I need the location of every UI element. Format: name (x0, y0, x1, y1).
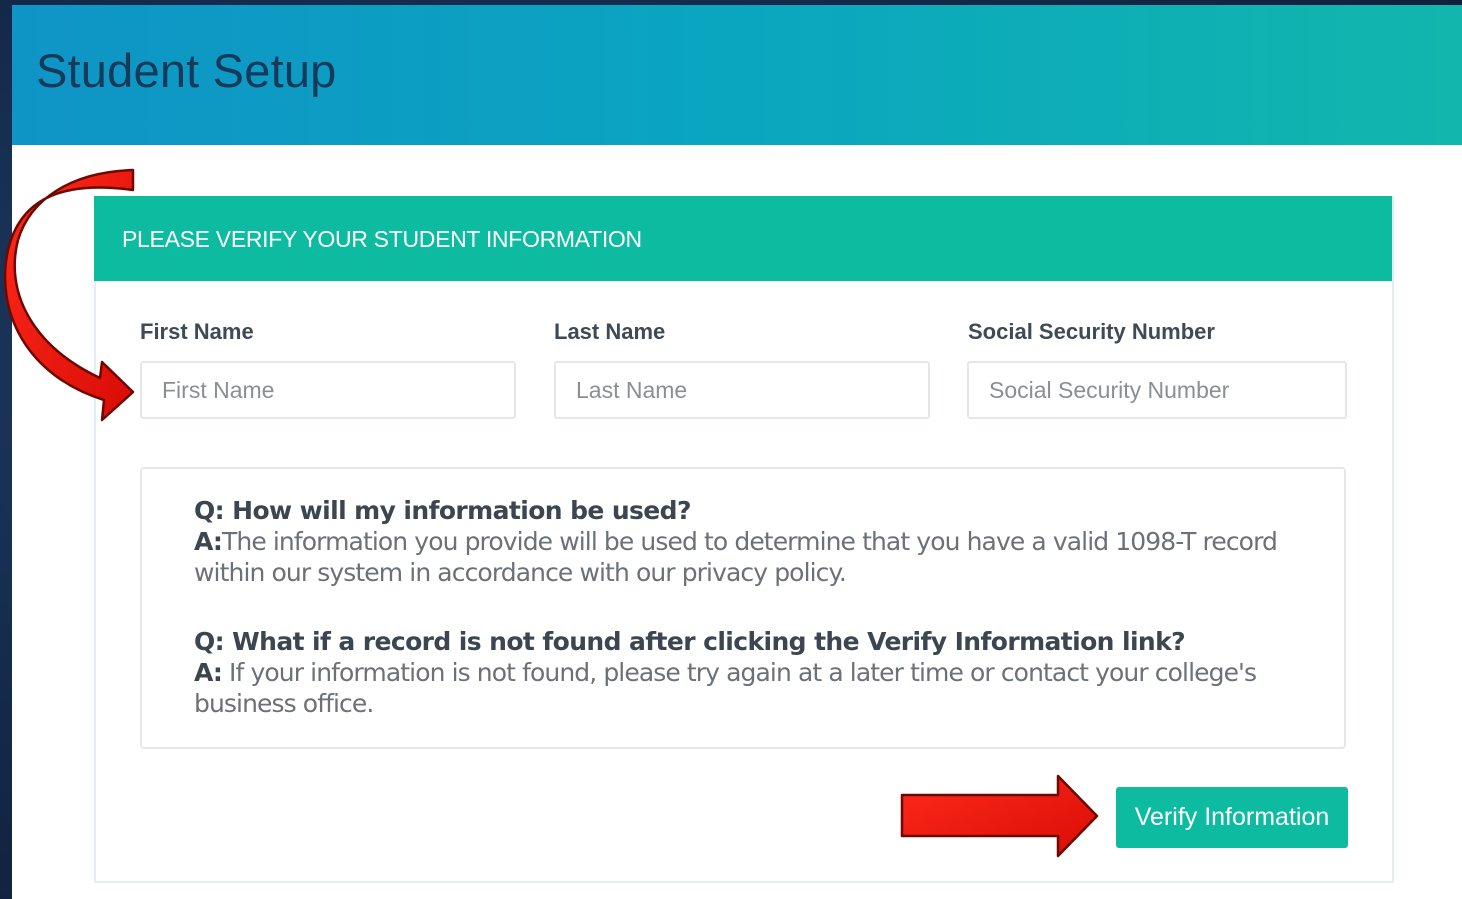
first-name-label: First Name (140, 319, 254, 344)
faq-question: Q: What if a record is not found after c… (194, 627, 1186, 656)
faq-box: Q: How will my information be used? A:Th… (140, 467, 1346, 749)
faq-answer-prefix: A: (194, 527, 223, 556)
faq-item: Q: How will my information be used? A:Th… (194, 495, 1294, 588)
ssn-label: Social Security Number (968, 319, 1215, 344)
faq-answer: A: If your information is not found, ple… (194, 657, 1294, 719)
page-title: Student Setup (36, 44, 337, 97)
last-name-input[interactable] (554, 361, 930, 419)
last-name-label: Last Name (554, 319, 666, 344)
faq-answer-text: If your information is not found, please… (194, 658, 1257, 718)
student-setup-page: Student Setup PLEASE VERIFY YOUR STUDENT… (12, 5, 1462, 899)
verify-panel: PLEASE VERIFY YOUR STUDENT INFORMATION F… (94, 196, 1394, 883)
faq-item: Q: What if a record is not found after c… (194, 626, 1294, 719)
verify-information-button[interactable]: Verify Information (1116, 787, 1348, 848)
page-header: Student Setup (12, 5, 1462, 145)
panel-heading-text: PLEASE VERIFY YOUR STUDENT INFORMATION (122, 226, 642, 252)
first-name-input[interactable] (140, 361, 516, 419)
faq-question: Q: How will my information be used? (194, 496, 691, 525)
faq-answer-text: The information you provide will be used… (194, 527, 1278, 587)
faq-answer: A:The information you provide will be us… (194, 526, 1294, 588)
ssn-input[interactable] (967, 361, 1347, 419)
faq-answer-prefix: A: (194, 658, 223, 687)
panel-heading: PLEASE VERIFY YOUR STUDENT INFORMATION (94, 196, 1392, 281)
